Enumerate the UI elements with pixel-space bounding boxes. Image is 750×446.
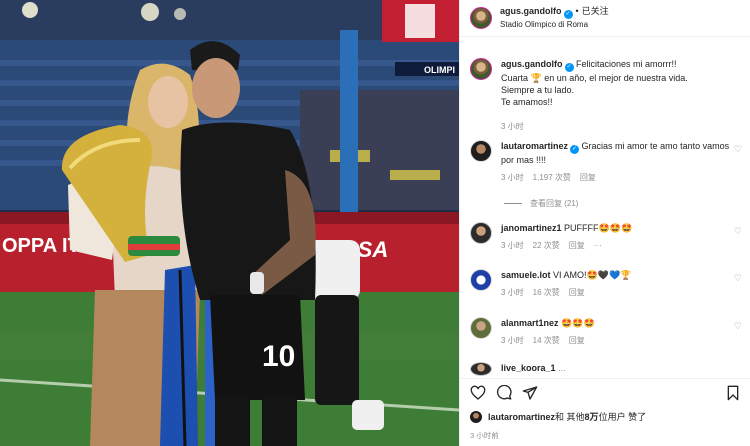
liker-username[interactable]: lautaromartinez bbox=[488, 412, 555, 422]
commenter-avatar[interactable] bbox=[470, 362, 492, 376]
reply-button[interactable]: 回复 bbox=[569, 241, 585, 250]
caption: agus.gandolfo ✓ Felicitaciones mi amorrr!… bbox=[470, 58, 742, 133]
reply-button[interactable]: 回复 bbox=[580, 173, 596, 182]
comment-text: PUFFFF🤩🤩🤩 bbox=[564, 223, 633, 233]
commenter-username[interactable]: alanmart1nez bbox=[501, 318, 559, 328]
comment-item: lautaromartinez ✓ Gracias mi amor te amo … bbox=[470, 140, 742, 184]
comment-icon[interactable] bbox=[496, 385, 512, 401]
comment-time[interactable]: 3 小时 bbox=[501, 241, 524, 250]
following-button[interactable]: 已关注 bbox=[582, 6, 609, 16]
banner-top-text: OLIMPI bbox=[424, 65, 455, 75]
post-header: agus.gandolfo ✓ • 已关注 Stadio Olimpico di Ro… bbox=[460, 0, 750, 36]
comment-time[interactable]: 3 小时 bbox=[501, 336, 524, 345]
caption-avatar[interactable] bbox=[470, 58, 492, 80]
bookmark-icon[interactable] bbox=[725, 385, 741, 401]
comment-time[interactable]: 3 小时 bbox=[501, 288, 524, 297]
comment-body: samuele.lot VI AMO!🤩🖤💙🏆 3 小时 16 次赞 回复 bbox=[501, 269, 741, 299]
replies-line bbox=[504, 203, 522, 204]
share-icon[interactable] bbox=[522, 385, 538, 401]
more-options-icon[interactable]: ··· bbox=[594, 241, 602, 250]
commenter-username[interactable]: lautaromartinez bbox=[501, 141, 568, 151]
heart-icon[interactable] bbox=[470, 385, 486, 401]
post-modal: OLIMPI OPPA ITA SSA 10 agus.gandolfo ✓ •… bbox=[0, 0, 750, 446]
caption-line: Siempre a tu lado. bbox=[501, 85, 575, 95]
caption-username[interactable]: agus.gandolfo bbox=[501, 59, 563, 69]
photo-illustration: OLIMPI OPPA ITA SSA 10 bbox=[0, 0, 459, 446]
action-bar bbox=[460, 378, 750, 408]
caption-line: Felicitaciones mi amorrr!! bbox=[576, 59, 677, 69]
view-replies-button[interactable]: 查看回复 (21) bbox=[504, 198, 578, 209]
comment-like-icon[interactable]: ♡ bbox=[734, 321, 742, 332]
commenter-avatar[interactable] bbox=[470, 269, 492, 291]
likes-middle-text: 和 其他 bbox=[555, 412, 585, 422]
comment-like-icon[interactable]: ♡ bbox=[734, 273, 742, 284]
commenter-avatar[interactable] bbox=[470, 140, 492, 162]
comment-like-icon[interactable]: ♡ bbox=[734, 226, 742, 237]
author-avatar[interactable] bbox=[470, 7, 492, 29]
comment-item: alanmart1nez 🤩🤩🤩 3 小时 14 次赞 回复 ♡ bbox=[470, 317, 742, 347]
post-location[interactable]: Stadio Olimpico di Roma bbox=[500, 19, 609, 31]
comment-likes[interactable]: 14 次赞 bbox=[533, 336, 560, 345]
caption-line: Cuarta 🏆 en un año, el mejor de nuestra … bbox=[501, 73, 688, 83]
comment-text: 🤩🤩🤩 bbox=[561, 318, 595, 328]
author-username[interactable]: agus.gandolfo bbox=[500, 6, 562, 16]
comment-body: live_koora_1 ... bbox=[501, 362, 741, 376]
liker-avatar bbox=[470, 410, 482, 423]
commenter-username[interactable]: janomartinez1 bbox=[501, 223, 562, 233]
view-replies-label: 查看回复 (21) bbox=[530, 199, 579, 208]
comment-item: janomartinez1 PUFFFF🤩🤩🤩 3 小时 22 次赞 回复 ··· ♡ bbox=[470, 222, 742, 252]
comment-item: live_koora_1 ... bbox=[470, 362, 742, 376]
comment-text: VI AMO!🤩🖤💙🏆 bbox=[553, 270, 632, 280]
comment-like-icon[interactable]: ♡ bbox=[734, 144, 742, 155]
header-divider bbox=[460, 36, 750, 37]
comment-item: samuele.lot VI AMO!🤩🖤💙🏆 3 小时 16 次赞 回复 ♡ bbox=[470, 269, 742, 299]
post-side-panel: agus.gandolfo ✓ • 已关注 Stadio Olimpico di Ro… bbox=[459, 0, 750, 446]
verified-badge-icon: ✓ bbox=[564, 63, 574, 72]
commenter-avatar[interactable] bbox=[470, 222, 492, 244]
caption-body: agus.gandolfo ✓ Felicitaciones mi amorrr!… bbox=[501, 58, 741, 133]
author-info: agus.gandolfo ✓ • 已关注 Stadio Olimpico di Ro… bbox=[500, 5, 609, 31]
caption-line: Te amamos!! bbox=[501, 97, 553, 107]
post-photo[interactable]: OLIMPI OPPA ITA SSA 10 bbox=[0, 0, 459, 446]
reply-button[interactable]: 回复 bbox=[569, 336, 585, 345]
likes-count[interactable]: 8万 bbox=[585, 410, 599, 423]
comment-body: alanmart1nez 🤩🤩🤩 3 小时 14 次赞 回复 bbox=[501, 317, 741, 347]
comment-likes[interactable]: 16 次赞 bbox=[533, 288, 560, 297]
caption-time[interactable]: 3 小时 bbox=[501, 122, 524, 131]
commenter-avatar[interactable] bbox=[470, 317, 492, 339]
comment-time[interactable]: 3 小时 bbox=[501, 173, 524, 182]
comment-text: ... bbox=[558, 363, 566, 373]
comment-body: janomartinez1 PUFFFF🤩🤩🤩 3 小时 22 次赞 回复 ··· bbox=[501, 222, 741, 252]
commenter-username[interactable]: live_koora_1 bbox=[501, 363, 556, 373]
likes-suffix-text: 位用户 赞了 bbox=[598, 412, 647, 422]
separator-dot: • bbox=[575, 6, 579, 16]
commenter-username[interactable]: samuele.lot bbox=[501, 270, 551, 280]
verified-badge-icon: ✓ bbox=[563, 10, 573, 19]
reply-button[interactable]: 回复 bbox=[569, 288, 585, 297]
comment-body: lautaromartinez ✓ Gracias mi amor te amo … bbox=[501, 140, 741, 184]
comment-likes[interactable]: 1,197 次赞 bbox=[533, 173, 571, 182]
comment-likes[interactable]: 22 次赞 bbox=[533, 241, 560, 250]
likes-summary[interactable]: lautaromartinez 和 其他 8万 位用户 赞了 bbox=[470, 410, 646, 423]
verified-badge-icon: ✓ bbox=[570, 145, 580, 154]
post-timestamp[interactable]: 3 小时前 bbox=[470, 430, 499, 441]
jersey-number: 10 bbox=[262, 340, 295, 373]
